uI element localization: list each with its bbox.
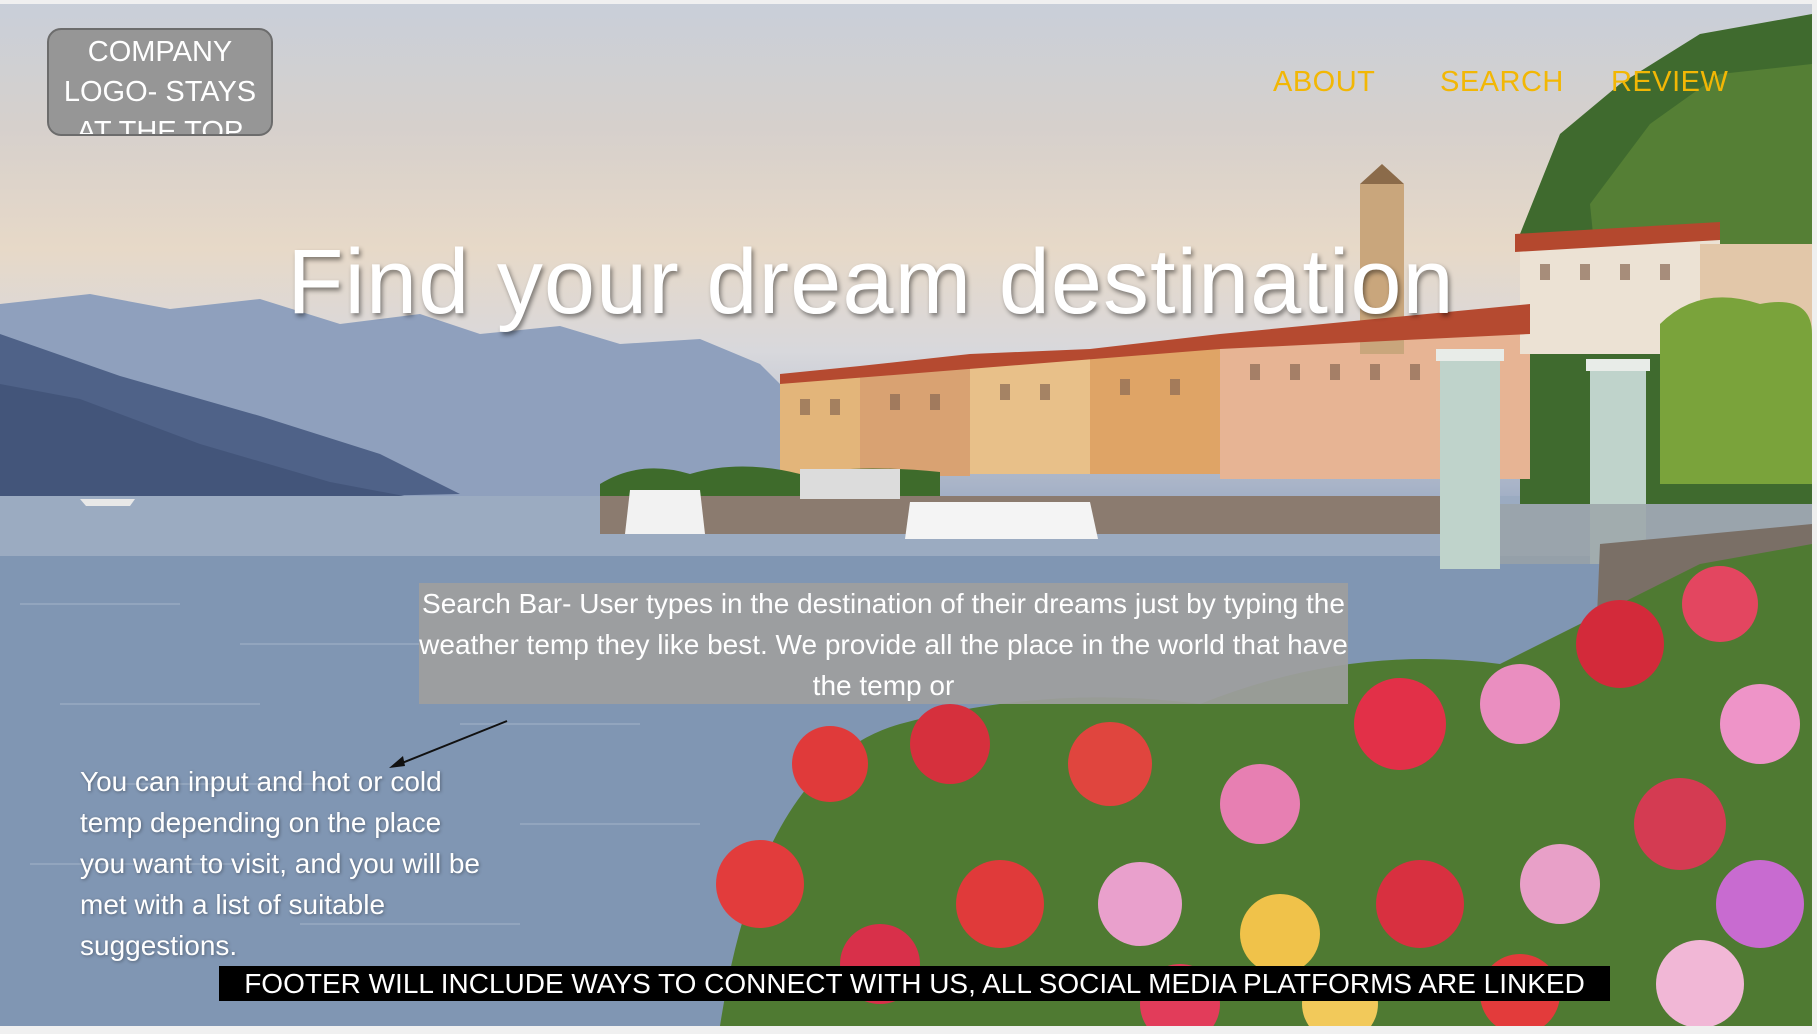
wireframe-slide: COMPANY LOGO- STAYS AT THE TOP ABOUT SEA… (0, 4, 1812, 1026)
footer-note: FOOTER WILL INCLUDE WAYS TO CONNECT WITH… (219, 966, 1610, 1001)
nav-review-link[interactable]: REVIEW (1611, 66, 1728, 99)
search-bar[interactable]: Search Bar- User types in the destinatio… (419, 583, 1348, 704)
nav-search-link[interactable]: SEARCH (1440, 66, 1564, 99)
annotation-note: You can input and hot or cold temp depen… (80, 766, 480, 961)
hero-title: Find your dream destination (287, 231, 1455, 333)
company-logo-placeholder[interactable]: COMPANY LOGO- STAYS AT THE TOP (47, 28, 273, 136)
nav-about-link[interactable]: ABOUT (1273, 66, 1375, 99)
